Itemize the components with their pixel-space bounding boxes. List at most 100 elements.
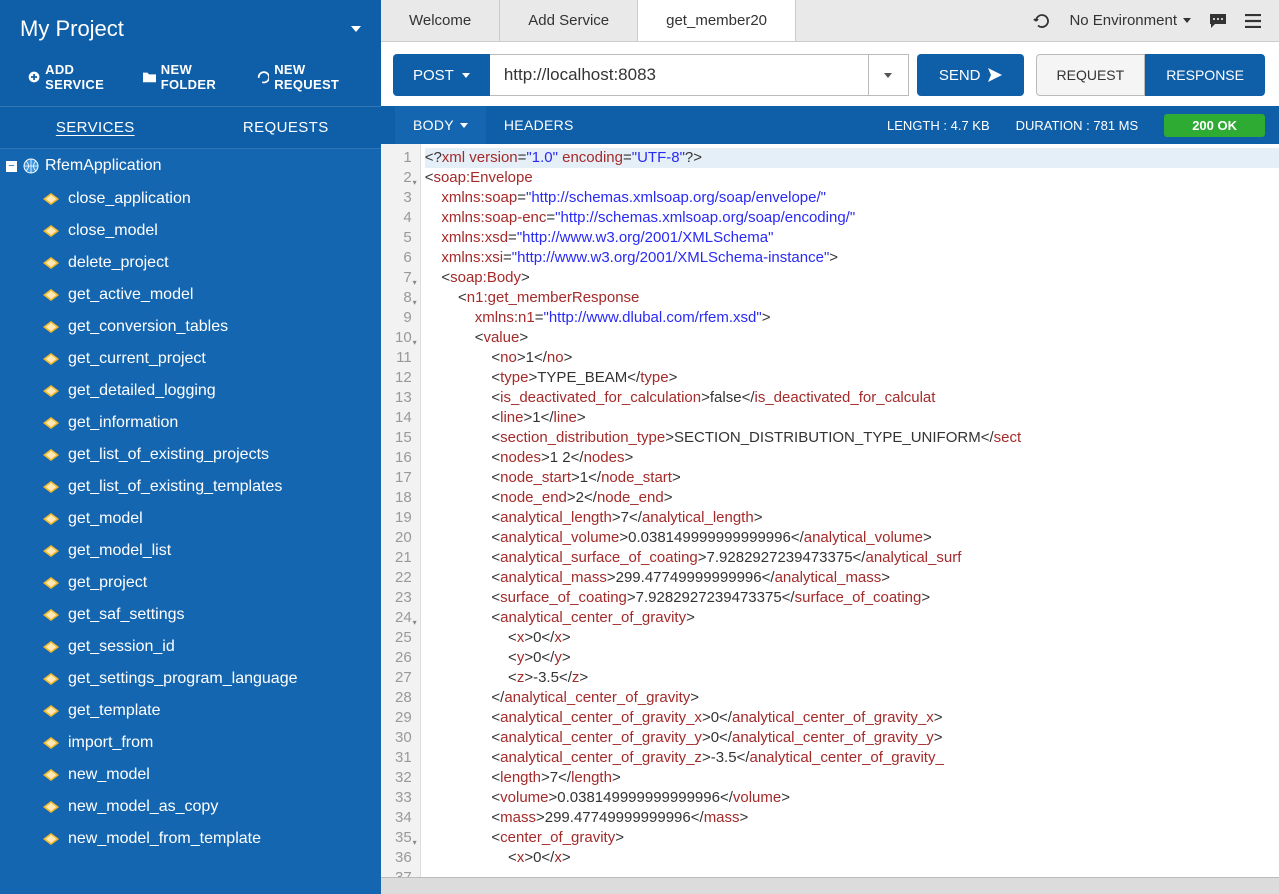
method-dropdown[interactable]: POST: [393, 54, 490, 96]
environment-dropdown[interactable]: No Environment: [1069, 12, 1191, 29]
operation-icon: [43, 385, 59, 397]
operation-icon: [43, 193, 59, 205]
tree-item[interactable]: get_template: [0, 695, 381, 727]
sidebar-nav-tabs: SERVICES REQUESTS: [0, 106, 381, 148]
tree-item-label: get_saf_settings: [68, 606, 185, 624]
main-tab[interactable]: get_member20: [638, 0, 796, 41]
operation-icon: [43, 705, 59, 717]
project-title: My Project: [20, 16, 124, 42]
tree-root[interactable]: − RfemApplication: [0, 149, 381, 183]
operation-icon: [43, 801, 59, 813]
url-history-dropdown[interactable]: [869, 54, 909, 96]
service-tree: − RfemApplication close_applicationclose…: [0, 148, 381, 894]
environment-label: No Environment: [1069, 12, 1177, 29]
tree-item-label: close_application: [68, 190, 191, 208]
operation-icon: [43, 321, 59, 333]
tree-item[interactable]: get_model_list: [0, 535, 381, 567]
tree-item[interactable]: get_information: [0, 407, 381, 439]
add-service-button[interactable]: ADD SERVICE: [28, 62, 125, 92]
chat-icon: [1209, 13, 1227, 29]
tree-item[interactable]: new_model_from_template: [0, 823, 381, 855]
new-folder-label: NEW FOLDER: [161, 62, 239, 92]
tree-item-label: get_session_id: [68, 638, 175, 656]
code-editor[interactable]: 1234567891011121314151617181920212223242…: [381, 144, 1279, 877]
operation-icon: [43, 353, 59, 365]
new-request-button[interactable]: NEW REQUEST: [257, 62, 361, 92]
chevron-down-icon: [351, 26, 361, 32]
status-badge: 200 OK: [1164, 114, 1265, 137]
operation-icon: [43, 577, 59, 589]
operation-icon: [43, 513, 59, 525]
code-content[interactable]: <?xml version="1.0" encoding="UTF-8"?><s…: [421, 144, 1279, 877]
tree-item-label: get_current_project: [68, 350, 206, 368]
tree-item[interactable]: get_detailed_logging: [0, 375, 381, 407]
tree-item-label: get_model: [68, 510, 143, 528]
tree-item-label: get_list_of_existing_templates: [68, 478, 282, 496]
sidebar: My Project ADD SERVICE NEW FOLDER NEW RE…: [0, 0, 381, 894]
menu-button[interactable]: [1245, 14, 1261, 28]
tree-item[interactable]: import_from: [0, 727, 381, 759]
operation-icon: [43, 257, 59, 269]
new-request-label: NEW REQUEST: [274, 62, 361, 92]
url-input[interactable]: [490, 54, 869, 96]
collapse-icon[interactable]: −: [6, 161, 17, 172]
line-gutter: 1234567891011121314151617181920212223242…: [381, 144, 421, 877]
tree-item-label: get_list_of_existing_projects: [68, 446, 269, 464]
operation-icon: [43, 417, 59, 429]
plus-circle-icon: [28, 70, 40, 84]
request-response-toggle: REQUEST RESPONSE: [1036, 54, 1266, 96]
tree-item-label: new_model_as_copy: [68, 798, 218, 816]
operation-icon: [43, 225, 59, 237]
globe-icon: [23, 158, 39, 174]
tree-item-label: close_model: [68, 222, 158, 240]
tree-item-label: delete_project: [68, 254, 169, 272]
new-folder-button[interactable]: NEW FOLDER: [143, 62, 239, 92]
chat-button[interactable]: [1209, 13, 1227, 29]
sidebar-header: My Project: [0, 0, 381, 52]
tree-item[interactable]: new_model_as_copy: [0, 791, 381, 823]
refresh-button[interactable]: [1033, 12, 1051, 30]
send-label: SEND: [939, 67, 981, 84]
body-tab-label: BODY: [413, 117, 454, 133]
tree-item-label: get_active_model: [68, 286, 193, 304]
tab-services[interactable]: SERVICES: [0, 107, 191, 148]
tree-item[interactable]: close_application: [0, 183, 381, 215]
send-button[interactable]: SEND: [917, 54, 1024, 96]
body-tab[interactable]: BODY: [395, 106, 486, 144]
tree-item-label: get_template: [68, 702, 161, 720]
tree-item[interactable]: get_list_of_existing_templates: [0, 471, 381, 503]
tree-item[interactable]: get_conversion_tables: [0, 311, 381, 343]
operation-icon: [43, 545, 59, 557]
project-dropdown[interactable]: My Project: [20, 16, 361, 42]
tree-item[interactable]: get_saf_settings: [0, 599, 381, 631]
request-tab[interactable]: REQUEST: [1036, 54, 1146, 96]
operation-icon: [43, 449, 59, 461]
tree-item-label: get_model_list: [68, 542, 171, 560]
operation-icon: [43, 289, 59, 301]
refresh-icon: [1033, 12, 1051, 30]
response-tab[interactable]: RESPONSE: [1145, 54, 1265, 96]
horizontal-scrollbar[interactable]: [381, 877, 1279, 894]
tree-item[interactable]: get_settings_program_language: [0, 663, 381, 695]
main-tab[interactable]: Welcome: [381, 0, 500, 41]
main-tabs: WelcomeAdd Serviceget_member20 No Enviro…: [381, 0, 1279, 42]
duration-label: DURATION : 781 MS: [1016, 118, 1139, 133]
tab-requests[interactable]: REQUESTS: [191, 107, 382, 148]
tree-item[interactable]: get_list_of_existing_projects: [0, 439, 381, 471]
tree-item[interactable]: get_session_id: [0, 631, 381, 663]
tree-item[interactable]: delete_project: [0, 247, 381, 279]
request-icon: [257, 70, 269, 84]
main-tab[interactable]: Add Service: [500, 0, 638, 41]
headers-tab[interactable]: HEADERS: [486, 106, 592, 144]
response-sub-tabs: BODY HEADERS LENGTH : 4.7 KB DURATION : …: [381, 106, 1279, 144]
tree-item[interactable]: new_model: [0, 759, 381, 791]
tree-root-label: RfemApplication: [45, 157, 162, 175]
tree-item[interactable]: close_model: [0, 215, 381, 247]
tree-item[interactable]: get_model: [0, 503, 381, 535]
tree-item[interactable]: get_project: [0, 567, 381, 599]
add-service-label: ADD SERVICE: [45, 62, 125, 92]
operation-icon: [43, 641, 59, 653]
hamburger-icon: [1245, 14, 1261, 28]
tree-item[interactable]: get_current_project: [0, 343, 381, 375]
tree-item[interactable]: get_active_model: [0, 279, 381, 311]
